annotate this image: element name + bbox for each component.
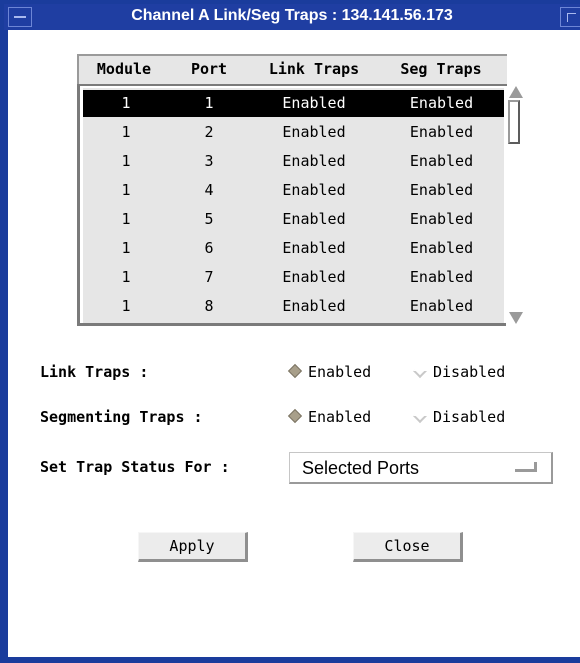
seg-traps-disabled-radio[interactable]: Disabled: [412, 408, 506, 426]
radio-selected-icon: [287, 363, 303, 379]
column-header-link-traps: Link Traps: [268, 60, 360, 78]
seg-traps-radio-group: Enabled Disabled: [287, 408, 560, 428]
cell-seg-traps: Enabled: [409, 268, 474, 286]
cell-port: 8: [204, 297, 214, 315]
cell-seg-traps: Enabled: [409, 152, 474, 170]
cell-module: 1: [121, 210, 131, 228]
cell-module: 1: [121, 94, 131, 112]
close-button[interactable]: Close: [353, 532, 463, 562]
radio-unselected-icon: [412, 363, 428, 379]
cell-seg-traps: Enabled: [409, 94, 474, 112]
list-scrollbar[interactable]: [506, 86, 528, 326]
column-header-seg-traps: Seg Traps: [400, 60, 482, 78]
cell-link-traps: Enabled: [282, 94, 346, 112]
cell-module: 1: [121, 181, 131, 199]
cell-port: 7: [204, 268, 214, 286]
cell-link-traps: Enabled: [282, 297, 346, 315]
trap-status-select[interactable]: Selected Ports: [289, 452, 553, 484]
option-menu-indicator-icon: [515, 462, 537, 472]
dialog-body: Module Port Link Traps Seg Traps 1 1 Enabl…: [8, 30, 580, 657]
link-traps-enabled-radio[interactable]: Enabled: [287, 363, 372, 381]
ports-list-area[interactable]: 1 1 Enabled Enabled 1 2 Enabled Enabled 1 3 Enable…: [83, 88, 504, 323]
scroll-down-arrow-icon[interactable]: [509, 312, 523, 324]
link-traps-label: Link Traps :: [40, 363, 149, 381]
dialog-window: Channel A Link/Seg Traps : 134.141.56.17…: [0, 0, 580, 663]
table-row[interactable]: 1 7 Enabled Enabled: [83, 264, 504, 291]
table-row[interactable]: 1 4 Enabled Enabled: [83, 177, 504, 204]
cell-module: 1: [121, 239, 131, 257]
link-traps-disabled-radio[interactable]: Disabled: [412, 363, 506, 381]
maximize-icon[interactable]: [560, 7, 580, 27]
cell-link-traps: Enabled: [282, 239, 346, 257]
link-traps-disabled-label: Disabled: [433, 363, 506, 381]
trap-status-label: Set Trap Status For :: [40, 458, 230, 476]
cell-seg-traps: Enabled: [409, 210, 474, 228]
cell-port: 5: [204, 210, 214, 228]
cell-link-traps: Enabled: [282, 152, 346, 170]
cell-port: 2: [204, 123, 214, 141]
segmenting-traps-label: Segmenting Traps :: [40, 408, 203, 426]
table-row[interactable]: 1 5 Enabled Enabled: [83, 206, 504, 233]
table-row[interactable]: 1 2 Enabled Enabled: [83, 119, 504, 146]
table-row[interactable]: 1 3 Enabled Enabled: [83, 148, 504, 175]
cell-seg-traps: Enabled: [409, 239, 474, 257]
scroll-thumb[interactable]: [508, 100, 520, 144]
cell-port: 1: [204, 94, 214, 112]
title-bar[interactable]: Channel A Link/Seg Traps : 134.141.56.17…: [4, 4, 580, 30]
cell-module: 1: [121, 152, 131, 170]
cell-link-traps: Enabled: [282, 268, 346, 286]
radio-unselected-icon: [412, 408, 428, 424]
cell-port: 3: [204, 152, 214, 170]
column-header-module: Module: [96, 60, 152, 78]
cell-link-traps: Enabled: [282, 123, 346, 141]
trap-status-value: Selected Ports: [302, 458, 420, 478]
cell-module: 1: [121, 123, 131, 141]
cell-seg-traps: Enabled: [409, 297, 474, 315]
cell-seg-traps: Enabled: [409, 123, 474, 141]
cell-port: 4: [204, 181, 214, 199]
link-traps-enabled-label: Enabled: [308, 363, 372, 381]
seg-traps-enabled-radio[interactable]: Enabled: [287, 408, 372, 426]
radio-selected-icon: [287, 408, 303, 424]
cell-link-traps: Enabled: [282, 210, 346, 228]
table-row[interactable]: 1 8 Enabled Enabled: [83, 293, 504, 320]
cell-module: 1: [121, 297, 131, 315]
cell-port: 6: [204, 239, 214, 257]
table-header: Module Port Link Traps Seg Traps: [77, 54, 507, 84]
seg-traps-enabled-label: Enabled: [308, 408, 372, 426]
link-traps-radio-group: Enabled Disabled: [287, 363, 560, 383]
table-row[interactable]: 1 1 Enabled Enabled: [83, 90, 504, 117]
cell-module: 1: [121, 268, 131, 286]
seg-traps-disabled-label: Disabled: [433, 408, 506, 426]
scroll-up-arrow-icon[interactable]: [509, 86, 523, 98]
cell-seg-traps: Enabled: [409, 181, 474, 199]
window-title: Channel A Link/Seg Traps : 134.141.56.17…: [131, 7, 453, 24]
ports-list[interactable]: 1 1 Enabled Enabled 1 2 Enabled Enabled 1 3 Enable…: [77, 84, 507, 326]
column-header-port: Port: [190, 60, 228, 78]
cell-link-traps: Enabled: [282, 181, 346, 199]
apply-button[interactable]: Apply: [138, 532, 248, 562]
table-row[interactable]: 1 6 Enabled Enabled: [83, 235, 504, 262]
